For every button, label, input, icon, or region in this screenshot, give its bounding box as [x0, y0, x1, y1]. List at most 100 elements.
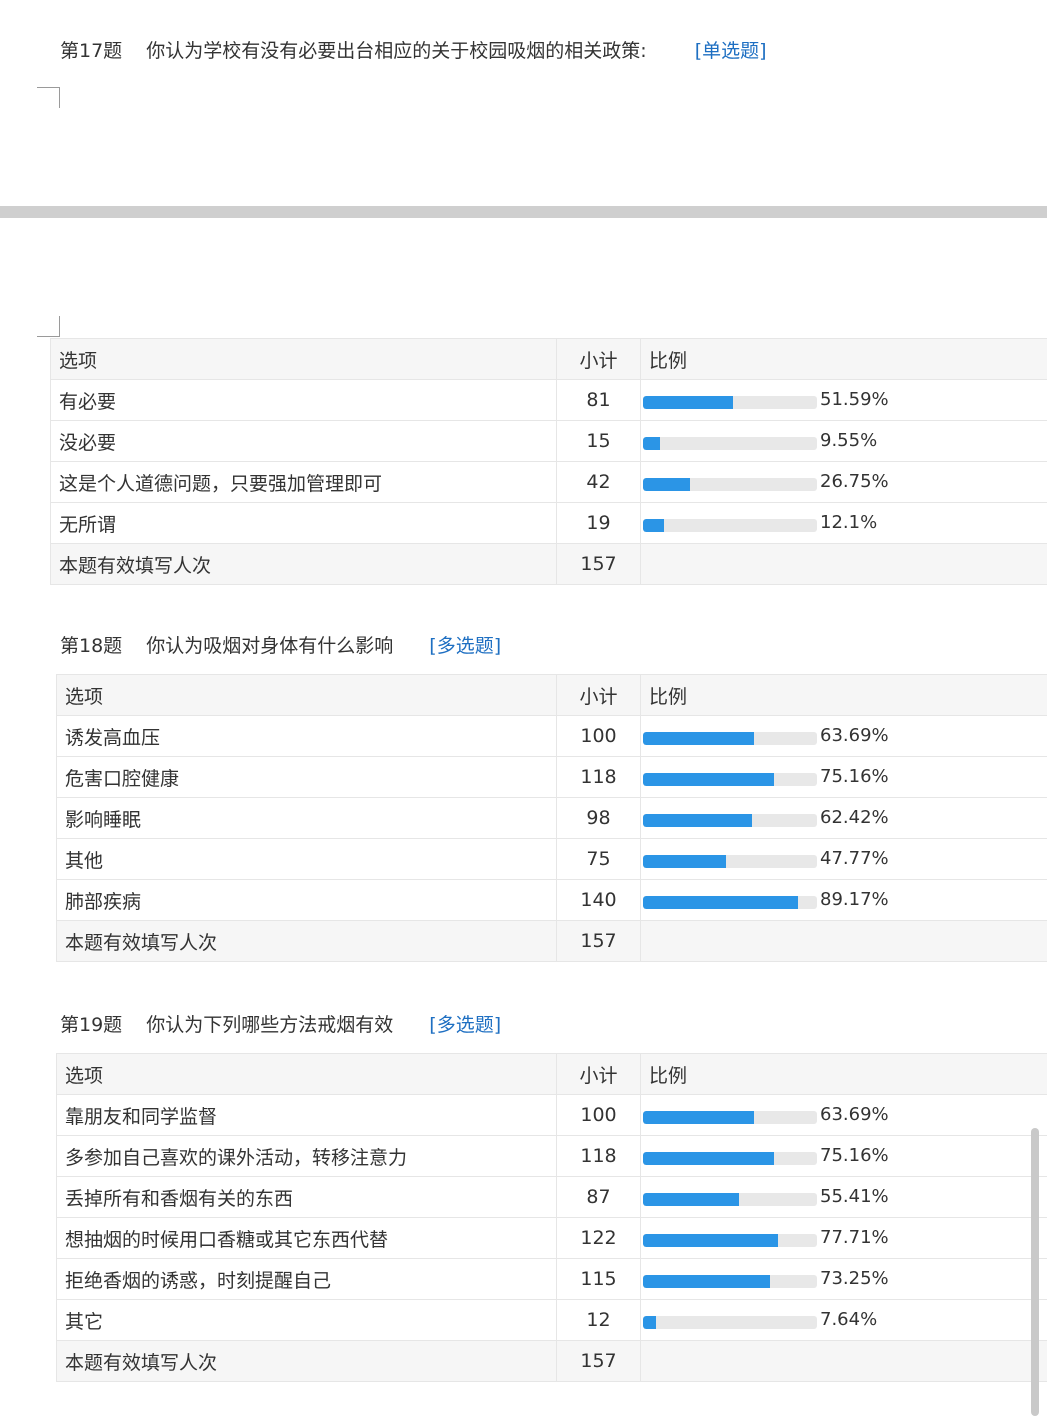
column-header-option: 选项: [50, 338, 557, 380]
ratio-bar-track: [643, 519, 817, 532]
table-row: 危害口腔健康 118 75.16%: [56, 756, 1047, 798]
option-ratio-cell: 77.71%: [640, 1217, 1047, 1259]
table-row: 无所谓 19 12.1%: [50, 502, 1047, 544]
column-header-count: 小计: [556, 338, 641, 380]
ratio-bar-track: [643, 855, 817, 868]
ratio-percent: 77.71%: [820, 1227, 889, 1248]
ratio-bar-fill: [643, 1152, 774, 1165]
total-ratio-empty: [640, 543, 1047, 585]
option-label: 有必要: [50, 379, 557, 421]
question-type-badge: [多选题]: [429, 635, 502, 657]
question-number: 第18题: [60, 635, 123, 657]
ratio-bar-fill: [643, 814, 752, 827]
ratio-bar-fill: [643, 773, 774, 786]
vertical-scrollbar[interactable]: [1031, 1128, 1039, 1416]
column-header-ratio: 比例: [640, 338, 1047, 380]
results-table-q19: 选项 小计 比例 靠朋友和同学监督 100 63.69% 多参加自己喜欢的课外活动，转移注意…: [56, 1053, 1047, 1382]
option-count: 118: [556, 756, 641, 798]
ratio-bar-track: [643, 814, 817, 827]
option-count: 81: [556, 379, 641, 421]
ratio-percent: 73.25%: [820, 1268, 889, 1289]
ratio-bar-fill: [643, 896, 799, 909]
option-count: 15: [556, 420, 641, 462]
ratio-bar-track: [643, 1152, 817, 1165]
ratio-bar-fill: [643, 1234, 779, 1247]
ratio-bar-fill: [643, 855, 727, 868]
ratio-bar-track: [643, 1234, 817, 1247]
option-label: 诱发高血压: [56, 715, 557, 757]
option-count: 87: [556, 1176, 641, 1218]
option-count: 100: [556, 715, 641, 757]
total-ratio-empty: [640, 1340, 1047, 1382]
option-count: 19: [556, 502, 641, 544]
option-count: 75: [556, 838, 641, 880]
question-text: 你认为学校有没有必要出台相应的关于校园吸烟的相关政策:: [146, 40, 647, 62]
ratio-bar-fill: [643, 1111, 754, 1124]
table-total-row: 本题有效填写人次 157: [56, 920, 1047, 962]
option-label: 肺部疾病: [56, 879, 557, 921]
column-header-ratio: 比例: [640, 674, 1047, 716]
option-label: 这是个人道德问题，只要强加管理即可: [50, 461, 557, 503]
option-label: 无所谓: [50, 502, 557, 544]
ratio-bar-track: [643, 1275, 817, 1288]
table-row: 多参加自己喜欢的课外活动，转移注意力 118 75.16%: [56, 1135, 1047, 1177]
ratio-percent: 63.69%: [820, 1104, 889, 1125]
total-count: 157: [556, 920, 641, 962]
option-ratio-cell: 51.59%: [640, 379, 1047, 421]
table-row: 拒绝香烟的诱惑，时刻提醒自己 115 73.25%: [56, 1258, 1047, 1300]
table-row: 丢掉所有和香烟有关的东西 87 55.41%: [56, 1176, 1047, 1218]
column-header-option: 选项: [56, 674, 557, 716]
total-label: 本题有效填写人次: [50, 543, 557, 585]
option-ratio-cell: 62.42%: [640, 797, 1047, 839]
option-count: 140: [556, 879, 641, 921]
results-table-q17: 选项 小计 比例有必要 81 51.59% 没必要 15 9.55% 这是个人道德问题，只要强加…: [50, 338, 1047, 585]
question-18-title: 第18题 你认为吸烟对身体有什么影响 [多选题]: [60, 631, 501, 658]
corner-mark: [37, 87, 60, 108]
ratio-percent: 55.41%: [820, 1186, 889, 1207]
ratio-bar-track: [643, 478, 817, 491]
option-count: 100: [556, 1094, 641, 1136]
option-label: 丢掉所有和香烟有关的东西: [56, 1176, 557, 1218]
ratio-bar-track: [643, 1193, 817, 1206]
option-count: 122: [556, 1217, 641, 1259]
column-header-count: 小计: [556, 1053, 641, 1095]
table-row: 没必要 15 9.55%: [50, 420, 1047, 462]
question-type-badge: [多选题]: [429, 1014, 502, 1036]
option-count: 12: [556, 1299, 641, 1341]
option-label: 危害口腔健康: [56, 756, 557, 798]
ratio-percent: 89.17%: [820, 889, 889, 910]
ratio-bar-track: [643, 396, 817, 409]
ratio-percent: 62.42%: [820, 807, 889, 828]
ratio-bar-fill: [643, 519, 665, 532]
total-count: 157: [556, 1340, 641, 1382]
ratio-percent: 75.16%: [820, 1145, 889, 1166]
option-count: 115: [556, 1258, 641, 1300]
table-row: 想抽烟的时候用口香糖或其它东西代替 122 77.71%: [56, 1217, 1047, 1259]
option-ratio-cell: 89.17%: [640, 879, 1047, 921]
ratio-bar-track: [643, 773, 817, 786]
total-ratio-empty: [640, 920, 1047, 962]
ratio-bar-track: [643, 732, 817, 745]
option-label: 其它: [56, 1299, 557, 1341]
option-label: 多参加自己喜欢的课外活动，转移注意力: [56, 1135, 557, 1177]
table-row: 诱发高血压 100 63.69%: [56, 715, 1047, 757]
question-17-title: 第17题 你认为学校有没有必要出台相应的关于校园吸烟的相关政策: [单选题]: [60, 36, 767, 63]
ratio-percent: 12.1%: [820, 512, 878, 533]
ratio-bar-fill: [643, 1193, 740, 1206]
corner-mark: [37, 316, 60, 337]
question-number: 第17题: [60, 40, 123, 62]
question-type-badge: [单选题]: [694, 40, 767, 62]
option-label: 想抽烟的时候用口香糖或其它东西代替: [56, 1217, 557, 1259]
ratio-percent: 47.77%: [820, 848, 889, 869]
option-count: 42: [556, 461, 641, 503]
option-ratio-cell: 75.16%: [640, 756, 1047, 798]
table-header-row: 选项 小计 比例: [56, 1053, 1047, 1095]
option-label: 没必要: [50, 420, 557, 462]
table-total-row: 本题有效填写人次 157: [50, 543, 1047, 585]
ratio-percent: 75.16%: [820, 766, 889, 787]
option-ratio-cell: 73.25%: [640, 1258, 1047, 1300]
ratio-bar-track: [643, 1316, 817, 1329]
option-label: 靠朋友和同学监督: [56, 1094, 557, 1136]
ratio-bar-track: [643, 1111, 817, 1124]
ratio-bar-fill: [643, 396, 733, 409]
